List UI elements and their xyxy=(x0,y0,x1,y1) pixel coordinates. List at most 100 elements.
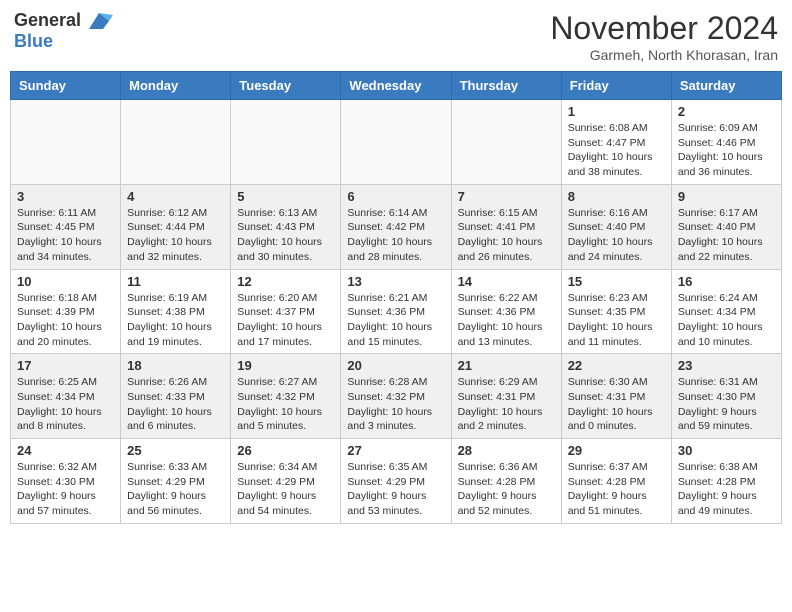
day-cell xyxy=(11,100,121,185)
day-number: 30 xyxy=(678,443,775,458)
day-cell: 25 Sunrise: 6:33 AM Sunset: 4:29 PM Dayli… xyxy=(121,439,231,524)
logo: General Blue xyxy=(14,10,113,52)
day-cell xyxy=(341,100,451,185)
day-cell: 20 Sunrise: 6:28 AM Sunset: 4:32 PM Dayli… xyxy=(341,354,451,439)
day-cell: 6 Sunrise: 6:14 AM Sunset: 4:42 PM Daylig… xyxy=(341,184,451,269)
day-info: Sunrise: 6:11 AM Sunset: 4:45 PM Dayligh… xyxy=(17,206,114,265)
day-info: Sunrise: 6:28 AM Sunset: 4:32 PM Dayligh… xyxy=(347,375,444,434)
day-cell: 9Sunrise: 6:17 AM Sunset: 4:40 PM Daylig… xyxy=(671,184,781,269)
day-number: 27 xyxy=(347,443,444,458)
day-number: 6 xyxy=(347,189,444,204)
day-info: Sunrise: 6:12 AM Sunset: 4:44 PM Dayligh… xyxy=(127,206,224,265)
day-cell: 7 Sunrise: 6:15 AM Sunset: 4:41 PM Daylig… xyxy=(451,184,561,269)
day-cell: 28Sunrise: 6:36 AM Sunset: 4:28 PM Dayli… xyxy=(451,439,561,524)
day-number: 19 xyxy=(237,358,334,373)
location-title: Garmeh, North Khorasan, Iran xyxy=(550,47,778,63)
day-cell: 17 Sunrise: 6:25 AM Sunset: 4:34 PM Dayli… xyxy=(11,354,121,439)
day-info: Sunrise: 6:29 AM Sunset: 4:31 PM Dayligh… xyxy=(458,375,555,434)
day-cell: 16 Sunrise: 6:24 AM Sunset: 4:34 PM Dayli… xyxy=(671,269,781,354)
weekday-header-tuesday: Tuesday xyxy=(231,72,341,100)
day-number: 9 xyxy=(678,189,775,204)
day-number: 10 xyxy=(17,274,114,289)
day-cell: 14 Sunrise: 6:22 AM Sunset: 4:36 PM Dayli… xyxy=(451,269,561,354)
day-cell xyxy=(451,100,561,185)
day-number: 24 xyxy=(17,443,114,458)
day-number: 2 xyxy=(678,104,775,119)
day-number: 5 xyxy=(237,189,334,204)
day-cell: 19 Sunrise: 6:27 AM Sunset: 4:32 PM Dayli… xyxy=(231,354,341,439)
day-cell: 13 Sunrise: 6:21 AM Sunset: 4:36 PM Dayli… xyxy=(341,269,451,354)
day-number: 26 xyxy=(237,443,334,458)
day-number: 15 xyxy=(568,274,665,289)
day-info: Sunrise: 6:09 AM Sunset: 4:46 PM Dayligh… xyxy=(678,121,775,180)
day-info: Sunrise: 6:27 AM Sunset: 4:32 PM Dayligh… xyxy=(237,375,334,434)
day-info: Sunrise: 6:19 AM Sunset: 4:38 PM Dayligh… xyxy=(127,291,224,350)
weekday-header-sunday: Sunday xyxy=(11,72,121,100)
day-info: Sunrise: 6:24 AM Sunset: 4:34 PM Dayligh… xyxy=(678,291,775,350)
day-info: Sunrise: 6:18 AM Sunset: 4:39 PM Dayligh… xyxy=(17,291,114,350)
day-number: 13 xyxy=(347,274,444,289)
day-info: Sunrise: 6:22 AM Sunset: 4:36 PM Dayligh… xyxy=(458,291,555,350)
day-number: 14 xyxy=(458,274,555,289)
header: General Blue November 2024 Garmeh, North… xyxy=(10,10,782,63)
week-row-1: 1Sunrise: 6:08 AM Sunset: 4:47 PM Daylig… xyxy=(11,100,782,185)
day-cell: 1Sunrise: 6:08 AM Sunset: 4:47 PM Daylig… xyxy=(561,100,671,185)
day-cell: 4Sunrise: 6:12 AM Sunset: 4:44 PM Daylig… xyxy=(121,184,231,269)
day-cell: 18 Sunrise: 6:26 AM Sunset: 4:33 PM Dayli… xyxy=(121,354,231,439)
day-cell: 29Sunrise: 6:37 AM Sunset: 4:28 PM Dayli… xyxy=(561,439,671,524)
day-info: Sunrise: 6:30 AM Sunset: 4:31 PM Dayligh… xyxy=(568,375,665,434)
week-row-5: 24 Sunrise: 6:32 AM Sunset: 4:30 PM Dayli… xyxy=(11,439,782,524)
weekday-header-thursday: Thursday xyxy=(451,72,561,100)
day-info: Sunrise: 6:25 AM Sunset: 4:34 PM Dayligh… xyxy=(17,375,114,434)
day-cell xyxy=(231,100,341,185)
day-number: 20 xyxy=(347,358,444,373)
day-cell: 10 Sunrise: 6:18 AM Sunset: 4:39 PM Dayli… xyxy=(11,269,121,354)
day-cell: 26 Sunrise: 6:34 AM Sunset: 4:29 PM Dayli… xyxy=(231,439,341,524)
day-number: 7 xyxy=(458,189,555,204)
day-cell: 8 Sunrise: 6:16 AM Sunset: 4:40 PM Daylig… xyxy=(561,184,671,269)
day-info: Sunrise: 6:31 AM Sunset: 4:30 PM Dayligh… xyxy=(678,375,775,434)
day-number: 8 xyxy=(568,189,665,204)
day-info: Sunrise: 6:34 AM Sunset: 4:29 PM Dayligh… xyxy=(237,460,334,519)
month-title: November 2024 xyxy=(550,10,778,47)
day-info: Sunrise: 6:33 AM Sunset: 4:29 PM Dayligh… xyxy=(127,460,224,519)
week-row-4: 17 Sunrise: 6:25 AM Sunset: 4:34 PM Dayli… xyxy=(11,354,782,439)
day-number: 16 xyxy=(678,274,775,289)
weekday-header-saturday: Saturday xyxy=(671,72,781,100)
day-number: 18 xyxy=(127,358,224,373)
weekday-header-friday: Friday xyxy=(561,72,671,100)
day-cell: 2 Sunrise: 6:09 AM Sunset: 4:46 PM Daylig… xyxy=(671,100,781,185)
day-info: Sunrise: 6:35 AM Sunset: 4:29 PM Dayligh… xyxy=(347,460,444,519)
day-cell: 5Sunrise: 6:13 AM Sunset: 4:43 PM Daylig… xyxy=(231,184,341,269)
day-info: Sunrise: 6:26 AM Sunset: 4:33 PM Dayligh… xyxy=(127,375,224,434)
day-number: 28 xyxy=(458,443,555,458)
day-cell: 24 Sunrise: 6:32 AM Sunset: 4:30 PM Dayli… xyxy=(11,439,121,524)
day-info: Sunrise: 6:21 AM Sunset: 4:36 PM Dayligh… xyxy=(347,291,444,350)
day-info: Sunrise: 6:32 AM Sunset: 4:30 PM Dayligh… xyxy=(17,460,114,519)
week-row-2: 3 Sunrise: 6:11 AM Sunset: 4:45 PM Daylig… xyxy=(11,184,782,269)
day-number: 17 xyxy=(17,358,114,373)
day-number: 3 xyxy=(17,189,114,204)
weekday-header-monday: Monday xyxy=(121,72,231,100)
day-info: Sunrise: 6:14 AM Sunset: 4:42 PM Dayligh… xyxy=(347,206,444,265)
day-cell: 21 Sunrise: 6:29 AM Sunset: 4:31 PM Dayli… xyxy=(451,354,561,439)
day-cell: 23Sunrise: 6:31 AM Sunset: 4:30 PM Dayli… xyxy=(671,354,781,439)
day-info: Sunrise: 6:16 AM Sunset: 4:40 PM Dayligh… xyxy=(568,206,665,265)
day-cell: 12Sunrise: 6:20 AM Sunset: 4:37 PM Dayli… xyxy=(231,269,341,354)
day-number: 25 xyxy=(127,443,224,458)
day-number: 22 xyxy=(568,358,665,373)
day-info: Sunrise: 6:20 AM Sunset: 4:37 PM Dayligh… xyxy=(237,291,334,350)
day-number: 21 xyxy=(458,358,555,373)
logo-icon xyxy=(85,11,113,31)
day-info: Sunrise: 6:08 AM Sunset: 4:47 PM Dayligh… xyxy=(568,121,665,180)
title-area: November 2024 Garmeh, North Khorasan, Ir… xyxy=(550,10,778,63)
day-cell: 11Sunrise: 6:19 AM Sunset: 4:38 PM Dayli… xyxy=(121,269,231,354)
day-info: Sunrise: 6:15 AM Sunset: 4:41 PM Dayligh… xyxy=(458,206,555,265)
day-cell: 22 Sunrise: 6:30 AM Sunset: 4:31 PM Dayli… xyxy=(561,354,671,439)
calendar: SundayMondayTuesdayWednesdayThursdayFrid… xyxy=(10,71,782,524)
day-info: Sunrise: 6:23 AM Sunset: 4:35 PM Dayligh… xyxy=(568,291,665,350)
logo-general: General xyxy=(14,10,81,31)
weekday-header-wednesday: Wednesday xyxy=(341,72,451,100)
logo-blue: Blue xyxy=(14,31,53,51)
day-cell: 27 Sunrise: 6:35 AM Sunset: 4:29 PM Dayli… xyxy=(341,439,451,524)
